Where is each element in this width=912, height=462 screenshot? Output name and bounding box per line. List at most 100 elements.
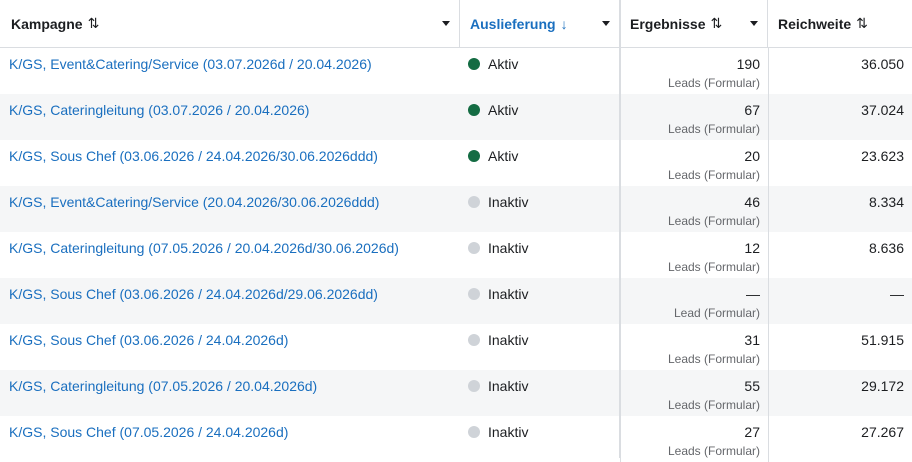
reach-value: 27.267	[861, 424, 904, 440]
column-header-delivery-label: Auslieferung	[470, 15, 556, 32]
reach-cell: 36.050	[768, 48, 912, 94]
reach-value: 51.915	[861, 332, 904, 348]
results-value: 46	[744, 194, 760, 210]
status-dot-icon	[468, 150, 480, 162]
status-dot-icon	[468, 426, 480, 438]
results-cell: 190 Leads (Formular)	[620, 48, 768, 94]
sort-icon[interactable]: ⇅	[710, 15, 722, 32]
results-type-label: Leads (Formular)	[667, 444, 760, 458]
campaign-name-link[interactable]: K/GS, Sous Chef (07.05.2026 / 24.04.2026…	[9, 424, 288, 440]
campaign-cell: K/GS, Cateringleitung (07.05.2026 / 20.0…	[0, 232, 460, 278]
column-divider	[619, 0, 621, 458]
results-cell: 31 Leads (Formular)	[620, 324, 768, 370]
status-dot-icon	[468, 288, 480, 300]
column-header-delivery[interactable]: Auslieferung ↓	[460, 0, 620, 47]
reach-cell: 8.636	[768, 232, 912, 278]
table-body: K/GS, Event&Catering/Service (03.07.2026…	[0, 48, 912, 462]
table-row[interactable]: K/GS, Event&Catering/Service (20.04.2026…	[0, 186, 912, 232]
reach-cell: 27.267	[768, 416, 912, 462]
results-type-label: Leads (Formular)	[667, 122, 760, 136]
column-header-campaign-label: Kampagne	[11, 15, 83, 32]
status-label: Aktiv	[488, 102, 519, 118]
results-cell: 46 Leads (Formular)	[620, 186, 768, 232]
reach-cell: —	[768, 278, 912, 324]
campaign-name-link[interactable]: K/GS, Event&Catering/Service (20.04.2026…	[9, 194, 379, 210]
campaign-name-link[interactable]: K/GS, Event&Catering/Service (03.07.2026…	[9, 56, 372, 72]
results-type-label: Leads (Formular)	[667, 260, 760, 274]
results-type-label: Lead (Formular)	[673, 306, 760, 320]
column-header-reach-label: Reichweite	[778, 15, 852, 32]
campaign-table: Kampagne ⇅ Auslieferung ↓ Ergebnisse ⇅ R…	[0, 0, 912, 462]
campaign-name-link[interactable]: K/GS, Sous Chef (03.06.2026 / 24.04.2026…	[9, 148, 378, 164]
reach-cell: 29.172	[768, 370, 912, 416]
table-row[interactable]: K/GS, Sous Chef (07.05.2026 / 24.04.2026…	[0, 416, 912, 462]
column-header-results[interactable]: Ergebnisse ⇅	[620, 0, 768, 47]
status-label: Inaktiv	[488, 378, 529, 394]
reach-cell: 8.334	[768, 186, 912, 232]
status-label: Inaktiv	[488, 194, 529, 210]
delivery-cell: Inaktiv	[460, 370, 620, 416]
campaign-name-link[interactable]: K/GS, Sous Chef (03.06.2026 / 24.04.2026…	[9, 286, 378, 302]
results-cell: — Lead (Formular)	[620, 278, 768, 324]
campaign-cell: K/GS, Sous Chef (03.06.2026 / 24.04.2026…	[0, 324, 460, 370]
status-dot-icon	[468, 242, 480, 254]
column-header-reach[interactable]: Reichweite ⇅	[768, 0, 912, 47]
results-type-label: Leads (Formular)	[667, 76, 760, 90]
status-label: Inaktiv	[488, 286, 529, 302]
dropdown-caret-icon[interactable]	[602, 21, 610, 26]
table-row[interactable]: K/GS, Sous Chef (03.06.2026 / 24.04.2026…	[0, 140, 912, 186]
table-row[interactable]: K/GS, Cateringleitung (03.07.2026 / 20.0…	[0, 94, 912, 140]
table-row[interactable]: K/GS, Sous Chef (03.06.2026 / 24.04.2026…	[0, 324, 912, 370]
status-label: Aktiv	[488, 56, 519, 72]
table-row[interactable]: K/GS, Cateringleitung (07.05.2026 / 20.0…	[0, 232, 912, 278]
reach-value: 23.623	[861, 148, 904, 164]
status-label: Aktiv	[488, 148, 519, 164]
dropdown-caret-icon[interactable]	[442, 21, 450, 26]
delivery-cell: Inaktiv	[460, 278, 620, 324]
results-value: —	[746, 286, 760, 302]
results-value: 27	[744, 424, 760, 440]
reach-cell: 23.623	[768, 140, 912, 186]
results-value: 67	[744, 102, 760, 118]
status-label: Inaktiv	[488, 240, 529, 256]
results-cell: 27 Leads (Formular)	[620, 416, 768, 462]
campaign-name-link[interactable]: K/GS, Cateringleitung (03.07.2026 / 20.0…	[9, 102, 309, 118]
delivery-cell: Aktiv	[460, 140, 620, 186]
dropdown-caret-icon[interactable]	[750, 21, 758, 26]
status-label: Inaktiv	[488, 332, 529, 348]
sort-icon[interactable]: ⇅	[88, 15, 100, 32]
delivery-cell: Inaktiv	[460, 416, 620, 462]
column-header-results-label: Ergebnisse	[630, 15, 706, 32]
campaign-cell: K/GS, Sous Chef (03.06.2026 / 24.04.2026…	[0, 140, 460, 186]
table-row[interactable]: K/GS, Cateringleitung (07.05.2026 / 20.0…	[0, 370, 912, 416]
results-cell: 55 Leads (Formular)	[620, 370, 768, 416]
column-header-campaign[interactable]: Kampagne ⇅	[0, 0, 460, 47]
sort-icon[interactable]: ⇅	[856, 15, 868, 32]
results-cell: 20 Leads (Formular)	[620, 140, 768, 186]
results-type-label: Leads (Formular)	[667, 398, 760, 412]
results-value: 190	[736, 56, 760, 72]
campaign-cell: K/GS, Sous Chef (07.05.2026 / 24.04.2026…	[0, 416, 460, 462]
results-value: 12	[744, 240, 760, 256]
campaign-name-link[interactable]: K/GS, Sous Chef (03.06.2026 / 24.04.2026…	[9, 332, 288, 348]
table-row[interactable]: K/GS, Event&Catering/Service (03.07.2026…	[0, 48, 912, 94]
reach-value: 29.172	[861, 378, 904, 394]
delivery-cell: Inaktiv	[460, 324, 620, 370]
campaign-name-link[interactable]: K/GS, Cateringleitung (07.05.2026 / 20.0…	[9, 378, 317, 394]
results-cell: 67 Leads (Formular)	[620, 94, 768, 140]
reach-value: 37.024	[861, 102, 904, 118]
table-header: Kampagne ⇅ Auslieferung ↓ Ergebnisse ⇅ R…	[0, 0, 912, 48]
results-type-label: Leads (Formular)	[667, 168, 760, 182]
status-dot-icon	[468, 104, 480, 116]
campaign-cell: K/GS, Event&Catering/Service (20.04.2026…	[0, 186, 460, 232]
table-row[interactable]: K/GS, Sous Chef (03.06.2026 / 24.04.2026…	[0, 278, 912, 324]
reach-cell: 37.024	[768, 94, 912, 140]
reach-value: 8.636	[868, 240, 904, 256]
campaign-name-link[interactable]: K/GS, Cateringleitung (07.05.2026 / 20.0…	[9, 240, 399, 256]
results-type-label: Leads (Formular)	[667, 352, 760, 366]
reach-value: 36.050	[861, 56, 904, 72]
delivery-cell: Aktiv	[460, 94, 620, 140]
results-type-label: Leads (Formular)	[667, 214, 760, 228]
sort-descending-icon[interactable]: ↓	[561, 16, 568, 32]
reach-value: —	[890, 286, 904, 302]
